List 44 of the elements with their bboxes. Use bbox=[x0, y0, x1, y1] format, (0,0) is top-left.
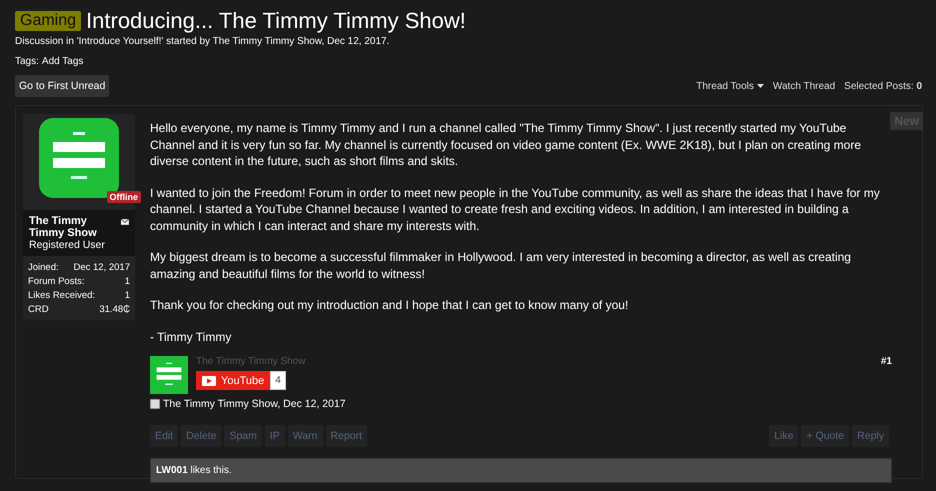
likes-summary: LW001 likes this. bbox=[150, 458, 892, 483]
post-paragraph: Hello everyone, my name is Timmy Timmy and I run a channel called "The Timmy Timmy Show". I just recently started my YouTube Channel and it is very fun so far. My channel is currently focused on video game content (Ex. WWE 2K18), but I plan on creating more diverse content in the future, such as short films and skits. bbox=[150, 120, 862, 170]
stat-label: Likes Received: bbox=[28, 290, 96, 301]
subscriber-count: 4 bbox=[270, 371, 286, 390]
stat-label: Forum Posts: bbox=[28, 276, 84, 287]
post-paragraph: I wanted to join the Freedom! Forum in order to meet new people in the YouTube community, as well as share the ideas that I have for my channel. I started a YouTube Channel because I wanted to create fresh and exciting videos. In addition, I am interested in building a community in which I can interact and share my interests with. bbox=[150, 184, 881, 234]
add-tags-link[interactable]: Add Tags bbox=[42, 56, 84, 67]
action-button[interactable]: Reply bbox=[852, 425, 889, 447]
post-number[interactable]: #1 bbox=[880, 356, 892, 394]
first-unread-button[interactable]: Go to First Unread bbox=[15, 75, 110, 97]
stat-value: Dec 12, 2017 bbox=[73, 262, 130, 273]
thread-title: Introducing... The Timmy Timmy Show! bbox=[86, 8, 466, 34]
action-button[interactable]: Warn bbox=[288, 425, 323, 447]
post-date[interactable]: The Timmy Timmy Show, Dec 12, 2017 bbox=[163, 398, 346, 410]
post-paragraph: Thank you for checking out my introduction and I hope that I can get to know many of you! bbox=[150, 297, 630, 314]
stat-value: 31.48₵ bbox=[99, 304, 130, 315]
post-paragraph: My biggest dream is to become a successful filmmaker in Hollywood. I am very interested in becoming a director, as well as creating amazing and beautiful films for the world to witness! bbox=[150, 249, 852, 282]
user-title: Registered User bbox=[29, 239, 106, 251]
thread-meta: Discussion in 'Introduce Yourself!' started by The Timmy Timmy Show, Dec 12, 2017. bbox=[15, 36, 390, 47]
caret-icon bbox=[756, 84, 764, 88]
toolbar-link[interactable]: Thread Tools bbox=[696, 80, 764, 92]
select-checkbox[interactable] bbox=[150, 399, 160, 409]
action-button[interactable]: Edit bbox=[150, 425, 178, 447]
tags-label: Tags: bbox=[15, 56, 39, 67]
status-badge: Offline bbox=[106, 191, 141, 203]
toolbar-link[interactable]: Watch Thread bbox=[772, 80, 836, 92]
stat-label: CRD bbox=[28, 304, 49, 315]
action-button[interactable]: Delete bbox=[181, 425, 222, 447]
channel-name: The Timmy Timmy Show bbox=[196, 356, 306, 367]
action-button[interactable]: IP bbox=[264, 425, 285, 447]
stat-value: 1 bbox=[124, 276, 130, 287]
selected-posts: Selected Posts: 0 bbox=[844, 80, 922, 92]
action-button[interactable]: Spam bbox=[224, 425, 262, 447]
youtube-button[interactable]: YouTube bbox=[196, 371, 270, 390]
stat-label: Joined: bbox=[28, 262, 59, 273]
envelope-icon[interactable] bbox=[121, 218, 129, 226]
prefix-tag[interactable]: Gaming bbox=[15, 11, 82, 31]
stat-value: 1 bbox=[124, 290, 130, 301]
action-button[interactable]: Report bbox=[326, 425, 368, 447]
post-paragraph: - Timmy Timmy bbox=[150, 328, 232, 345]
action-button[interactable]: Like bbox=[769, 425, 798, 447]
action-button[interactable]: + Quote bbox=[801, 425, 850, 447]
author-name[interactable]: The Timmy Timmy Show bbox=[29, 215, 122, 239]
play-icon bbox=[202, 376, 216, 386]
